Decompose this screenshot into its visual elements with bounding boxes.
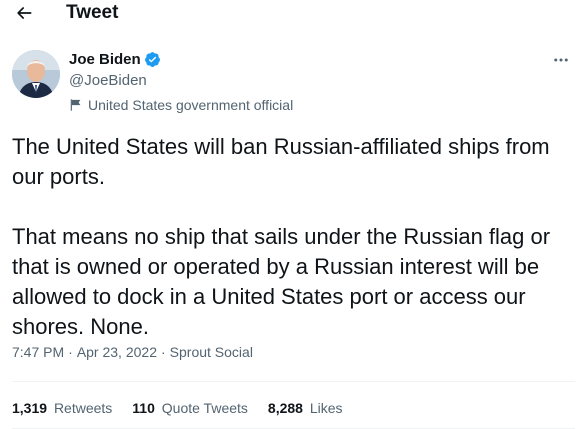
back-button[interactable] bbox=[12, 1, 36, 25]
government-label: United States government official bbox=[69, 95, 293, 115]
arrow-left-icon bbox=[17, 7, 32, 19]
avatar[interactable] bbox=[12, 50, 60, 98]
page-title: Tweet bbox=[66, 2, 119, 23]
likes-count: 8,288 bbox=[267, 400, 303, 416]
tweet-text: The United States will ban Russian-affil… bbox=[12, 132, 580, 342]
government-label-text: United States government official bbox=[88, 97, 294, 113]
quote-tweets-count: 110 bbox=[132, 400, 155, 416]
author-info: Joe Biden @JoeBiden United States govern… bbox=[69, 48, 293, 115]
verified-badge-icon bbox=[144, 51, 160, 67]
tweet-paragraph: That means no ship that sails under the … bbox=[12, 224, 551, 339]
meta-separator: · bbox=[68, 344, 73, 360]
avatar-image bbox=[12, 50, 60, 98]
tweet-header: Tweet bbox=[0, 0, 587, 28]
more-options-button[interactable] bbox=[551, 50, 571, 70]
retweets-count: 1,319 bbox=[12, 400, 48, 416]
tweet-time[interactable]: 7:47 PM bbox=[12, 344, 64, 360]
tweet-author: Joe Biden @JoeBiden United States govern… bbox=[12, 48, 587, 118]
tweet-source[interactable]: Sprout Social bbox=[170, 344, 253, 360]
quote-tweets-stat[interactable]: 110 Quote Tweets bbox=[132, 400, 248, 416]
tweet-paragraph: The United States will ban Russian-affil… bbox=[12, 134, 550, 189]
user-handle[interactable]: @JoeBiden bbox=[69, 70, 293, 92]
likes-stat[interactable]: 8,288 Likes bbox=[268, 400, 343, 416]
tweet-stats: 1,319 Retweets 110 Quote Tweets 8,288 Li… bbox=[12, 400, 363, 416]
name-row: Joe Biden bbox=[69, 48, 293, 70]
retweets-stat[interactable]: 1,319 Retweets bbox=[12, 400, 112, 416]
quote-tweets-label: Quote Tweets bbox=[161, 400, 248, 416]
likes-label: Likes bbox=[309, 400, 343, 416]
tweet-metadata: 7:47 PM · Apr 23, 2022 · Sprout Social bbox=[12, 344, 253, 360]
more-horizontal-icon bbox=[554, 58, 568, 62]
display-name[interactable]: Joe Biden bbox=[69, 51, 141, 68]
meta-separator: · bbox=[160, 344, 166, 360]
divider bbox=[12, 381, 575, 382]
retweets-label: Retweets bbox=[53, 400, 113, 416]
flag-icon bbox=[70, 99, 81, 111]
tweet-date[interactable]: Apr 23, 2022 bbox=[77, 344, 157, 360]
